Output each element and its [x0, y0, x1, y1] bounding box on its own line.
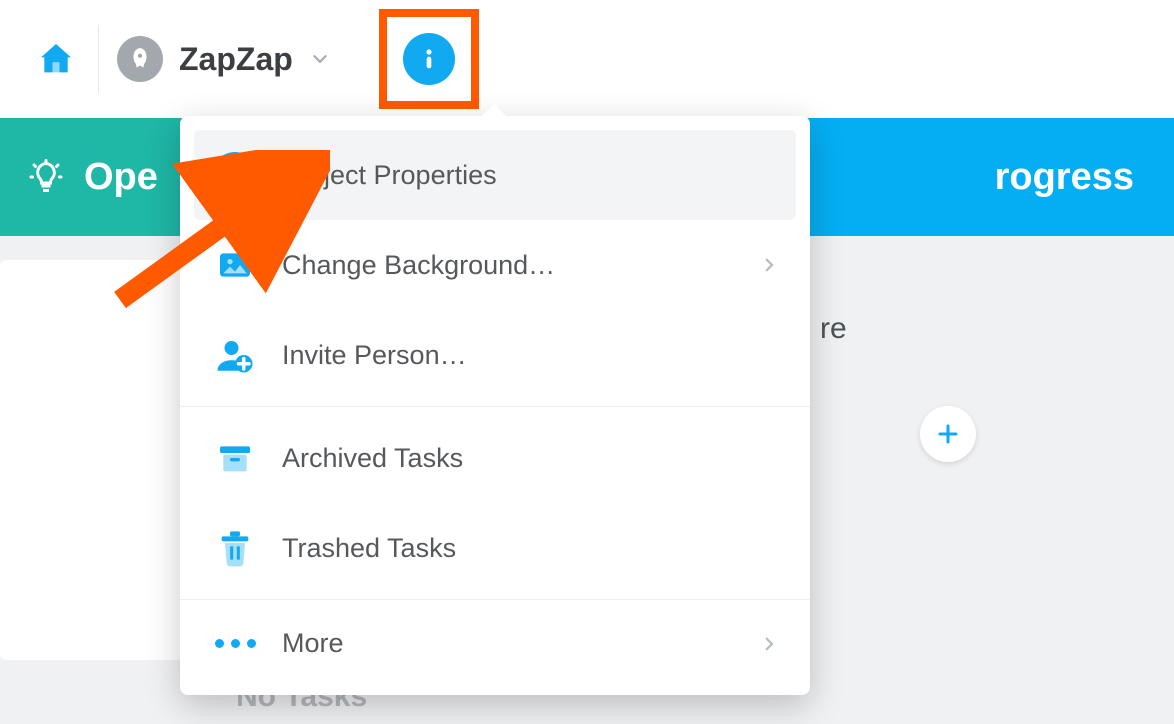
- menu-item-invite-person[interactable]: Invite Person…: [180, 310, 810, 400]
- project-name: ZapZap: [179, 41, 293, 78]
- info-button[interactable]: [403, 33, 455, 85]
- image-icon: [212, 242, 258, 288]
- menu-label: Invite Person…: [282, 340, 467, 371]
- menu-item-archived-tasks[interactable]: Archived Tasks: [180, 413, 810, 503]
- menu-separator: [180, 406, 810, 407]
- add-task-button[interactable]: [920, 406, 976, 462]
- home-button[interactable]: [24, 39, 88, 79]
- fragment-text: re: [820, 312, 847, 346]
- top-bar: ZapZap: [0, 0, 1174, 118]
- chevron-right-icon: [760, 635, 778, 653]
- home-icon: [36, 39, 76, 79]
- menu-label: More: [282, 628, 344, 659]
- menu-label: Archived Tasks: [282, 443, 463, 474]
- menu-label: Trashed Tasks: [282, 533, 456, 564]
- chevron-down-icon: [309, 48, 331, 70]
- lightbulb-icon: [28, 159, 64, 195]
- plus-icon: [936, 422, 960, 446]
- project-info-dropdown: Project Properties Change Background… In…: [180, 116, 810, 695]
- chevron-right-icon: [760, 256, 778, 274]
- more-icon: [212, 639, 258, 648]
- menu-item-change-background[interactable]: Change Background…: [180, 220, 810, 310]
- menu-item-trashed-tasks[interactable]: Trashed Tasks: [180, 503, 810, 593]
- menu-label: Change Background…: [282, 250, 555, 281]
- person-add-icon: [212, 332, 258, 378]
- status-open-label: Ope: [84, 156, 158, 199]
- menu-item-project-properties[interactable]: Project Properties: [194, 130, 796, 220]
- project-avatar: [117, 36, 163, 82]
- divider: [98, 25, 99, 93]
- menu-separator: [180, 599, 810, 600]
- status-column-progress[interactable]: rogress: [967, 118, 1174, 236]
- rocket-icon: [127, 46, 153, 72]
- info-icon: [415, 45, 443, 73]
- info-icon: [212, 152, 258, 198]
- trash-icon: [212, 525, 258, 571]
- archive-icon: [212, 435, 258, 481]
- status-progress-label: rogress: [995, 156, 1134, 199]
- info-button-highlight: [379, 9, 479, 109]
- project-selector[interactable]: ZapZap: [117, 36, 331, 82]
- menu-label: Project Properties: [282, 160, 497, 191]
- menu-item-more[interactable]: More: [180, 606, 810, 681]
